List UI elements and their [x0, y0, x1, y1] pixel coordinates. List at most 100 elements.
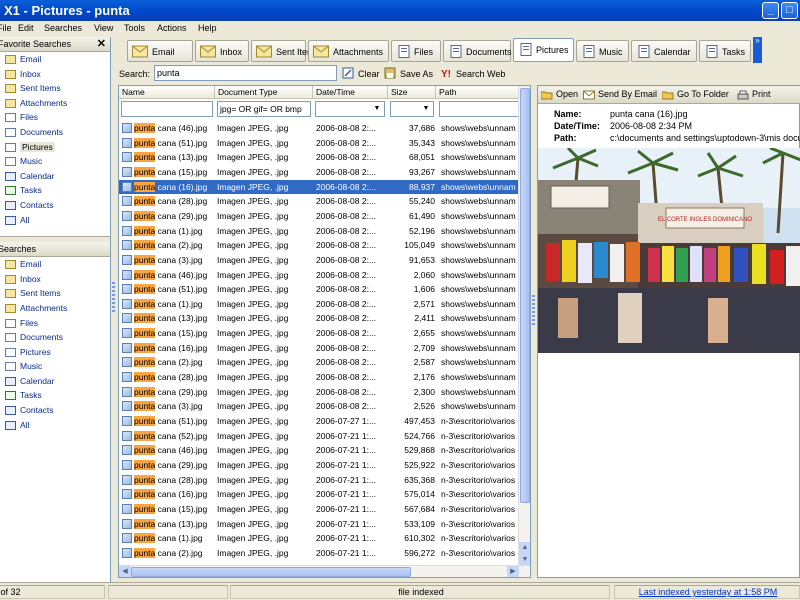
table-row[interactable]: punta cana (28).jpg Imagen JPEG, .jpg 2006… — [119, 194, 518, 209]
table-row[interactable]: punta cana (51).jpg Imagen JPEG, .jpg 2006… — [119, 282, 518, 297]
table-row[interactable]: punta cana (15).jpg Imagen JPEG, .jpg 2006… — [119, 326, 518, 341]
table-row[interactable]: punta cana (16).jpg Imagen JPEG, .jpg 2006… — [119, 341, 518, 356]
minimize-button[interactable]: _ — [762, 2, 779, 19]
sidebar-item-tasks[interactable]: Tasks — [0, 388, 110, 403]
chevron-down-icon[interactable]: ▼ — [420, 103, 432, 115]
menu-tools[interactable]: Tools — [124, 23, 145, 33]
filter-type-input[interactable]: jpg= OR gif= OR bmp — [217, 101, 311, 117]
table-row[interactable]: punta cana (13).jpg Imagen JPEG, .jpg 2006… — [119, 150, 518, 165]
sidebar-item-email[interactable]: Email — [0, 257, 110, 272]
sidebar-item-documents[interactable]: Documents — [0, 330, 110, 345]
sidebar-item-files[interactable]: Files — [0, 316, 110, 331]
menu-help[interactable]: Help — [198, 23, 217, 33]
table-row[interactable]: punta cana (15).jpg Imagen JPEG, .jpg 2006… — [119, 502, 518, 517]
sidebar-item-email[interactable]: Email — [0, 52, 110, 67]
sidebar-item-all[interactable]: All — [0, 418, 110, 433]
hscroll-thumb[interactable] — [131, 567, 411, 577]
tab-documents[interactable]: Documents — [443, 40, 512, 62]
table-row[interactable]: punta cana (1).jpg Imagen JPEG, .jpg 2006-… — [119, 224, 518, 239]
sidebar-item-music[interactable]: Music — [0, 359, 110, 374]
sidebar-item-pictures[interactable]: Pictures — [0, 345, 110, 360]
sidebar-item-music[interactable]: Music — [0, 154, 110, 169]
table-row[interactable]: punta cana (46).jpg Imagen JPEG, .jpg 2006… — [119, 121, 518, 136]
sidebar-item-all[interactable]: All — [0, 213, 110, 228]
sidebar-item-sent-items[interactable]: Sent Items — [0, 286, 110, 301]
column-header-date[interactable]: Date/Time — [313, 86, 388, 99]
tab-sent-items[interactable]: Sent Items — [251, 40, 319, 62]
scroll-up-button[interactable]: ▲ — [519, 542, 530, 554]
tab-inbox[interactable]: Inbox — [195, 40, 249, 62]
sidebar-item-inbox[interactable]: Inbox — [0, 67, 110, 82]
table-row[interactable]: punta cana (2).jpg Imagen JPEG, .jpg 2006-… — [119, 238, 518, 253]
table-row[interactable]: punta cana (16).jpg Imagen JPEG, .jpg 2006… — [119, 179, 518, 195]
sidebar-item-contacts[interactable]: Contacts — [0, 198, 110, 213]
sidebar-item-attachments[interactable]: Attachments — [0, 301, 110, 316]
sidebar-item-calendar[interactable]: Calendar — [0, 169, 110, 184]
menu-edit[interactable]: Edit — [18, 23, 34, 33]
left-splitter[interactable] — [111, 37, 117, 582]
horizontal-scrollbar[interactable]: ◀ ▶ — [119, 565, 530, 577]
column-header-name[interactable]: Name — [119, 86, 215, 99]
scroll-left-button[interactable]: ◀ — [119, 566, 131, 577]
table-row[interactable]: punta cana (29).jpg Imagen JPEG, .jpg 2006… — [119, 209, 518, 224]
table-row[interactable]: punta cana (29).jpg Imagen JPEG, .jpg 2006… — [119, 458, 518, 473]
menu-actions[interactable]: Actions — [157, 23, 187, 33]
last-indexed-link[interactable]: Last indexed yesterday at 1:58 PM — [614, 585, 800, 599]
table-row[interactable]: punta cana (1).jpg Imagen JPEG, .jpg 2006-… — [119, 297, 518, 312]
sidebar-item-sent-items[interactable]: Sent Items — [0, 81, 110, 96]
menu-view[interactable]: View — [94, 23, 113, 33]
menu-searches[interactable]: Searches — [44, 23, 82, 33]
splitter-grip[interactable] — [112, 282, 115, 312]
splitter-grip[interactable] — [532, 295, 535, 325]
table-row[interactable]: punta cana (2).jpg Imagen JPEG, .jpg 2006-… — [119, 546, 518, 561]
tab-pictures[interactable]: Pictures — [513, 38, 574, 62]
table-row[interactable]: punta cana (52).jpg Imagen JPEG, .jpg 2006… — [119, 429, 518, 444]
table-row[interactable]: punta cana (16).jpg Imagen JPEG, .jpg 2006… — [119, 487, 518, 502]
menu-file[interactable]: File — [0, 23, 12, 33]
column-header-size[interactable]: Size — [388, 86, 436, 99]
sidebar-item-calendar[interactable]: Calendar — [0, 374, 110, 389]
close-icon[interactable]: ✕ — [97, 37, 106, 50]
tab-overflow-button[interactable]: » — [753, 37, 762, 63]
tab-music[interactable]: Music — [576, 40, 629, 62]
scroll-right-button[interactable]: ▶ — [507, 566, 519, 577]
table-row[interactable]: punta cana (1).jpg Imagen JPEG, .jpg 2006-… — [119, 531, 518, 546]
filter-size-select[interactable]: ▼ — [390, 101, 434, 117]
sidebar-item-inbox[interactable]: Inbox — [0, 272, 110, 287]
table-row[interactable]: punta cana (13).jpg Imagen JPEG, .jpg 2006… — [119, 311, 518, 326]
table-row[interactable]: punta cana (2).jpg Imagen JPEG, .jpg 2006-… — [119, 355, 518, 370]
table-row[interactable]: punta cana (28).jpg Imagen JPEG, .jpg 2006… — [119, 473, 518, 488]
table-row[interactable]: punta cana (3).jpg Imagen JPEG, .jpg 2006-… — [119, 399, 518, 414]
sidebar-item-tasks[interactable]: Tasks — [0, 183, 110, 198]
tab-email[interactable]: Email — [127, 40, 193, 62]
table-row[interactable]: punta cana (51).jpg Imagen JPEG, .jpg 2006… — [119, 414, 518, 429]
table-row[interactable]: punta cana (3).jpg Imagen JPEG, .jpg 2006-… — [119, 253, 518, 268]
sidebar-item-documents[interactable]: Documents — [0, 125, 110, 140]
column-header-path[interactable]: Path — [436, 86, 530, 99]
filter-date-select[interactable]: ▼ — [315, 101, 385, 117]
sidebar-item-pictures[interactable]: Pictures — [0, 140, 110, 155]
maximize-button[interactable]: □ — [781, 2, 798, 19]
table-row[interactable]: punta cana (28).jpg Imagen JPEG, .jpg 2006… — [119, 370, 518, 385]
tab-tasks[interactable]: Tasks — [699, 40, 751, 62]
table-row[interactable]: punta cana (15).jpg Imagen JPEG, .jpg 2006… — [119, 165, 518, 180]
table-row[interactable]: punta cana (13).jpg Imagen JPEG, .jpg 2006… — [119, 517, 518, 532]
chevron-down-icon[interactable]: ▼ — [371, 103, 383, 115]
sidebar-item-files[interactable]: Files — [0, 110, 110, 125]
title-bar[interactable]: X1 - Pictures - punta _ □ — [0, 0, 800, 21]
table-row[interactable]: punta cana (46).jpg Imagen JPEG, .jpg 2006… — [119, 443, 518, 458]
table-row[interactable]: punta cana (29).jpg Imagen JPEG, .jpg 2006… — [119, 385, 518, 400]
filter-path-input[interactable] — [439, 101, 519, 117]
table-row[interactable]: punta cana (51).jpg Imagen JPEG, .jpg 2006… — [119, 136, 518, 151]
filter-name-input[interactable] — [121, 101, 213, 117]
column-header-type[interactable]: Document Type — [215, 86, 313, 99]
tab-attachments[interactable]: Attachments — [308, 40, 389, 62]
tab-files[interactable]: Files — [391, 40, 441, 62]
sidebar-item-contacts[interactable]: Contacts — [0, 403, 110, 418]
table-row[interactable]: punta cana (46).jpg Imagen JPEG, .jpg 2006… — [119, 268, 518, 283]
tab-calendar[interactable]: Calendar — [631, 40, 697, 62]
scroll-thumb[interactable] — [520, 88, 530, 503]
search-input[interactable] — [154, 65, 337, 81]
sidebar-item-attachments[interactable]: Attachments — [0, 96, 110, 111]
vertical-scrollbar[interactable]: ▲ ▼ — [518, 86, 530, 566]
